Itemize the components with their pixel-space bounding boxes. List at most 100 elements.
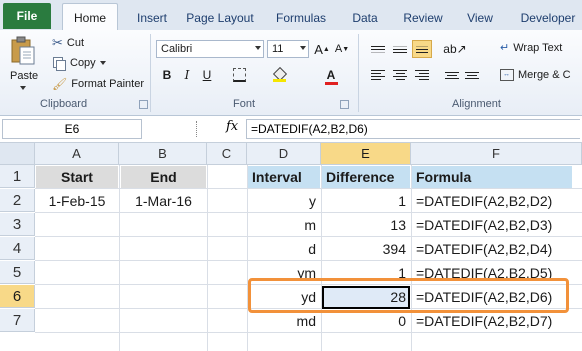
- cell-d7[interactable]: md: [248, 309, 321, 332]
- cell-d2[interactable]: y: [248, 189, 321, 212]
- row-header-7[interactable]: 7: [0, 309, 35, 332]
- font-color-swatch: [324, 82, 338, 85]
- borders-icon: [232, 68, 246, 82]
- align-center-button[interactable]: [390, 66, 410, 84]
- tab-page-layout[interactable]: Page Layout: [182, 6, 258, 30]
- row-header-5[interactable]: 5: [0, 261, 35, 284]
- font-size-dropdown-icon: [300, 46, 306, 50]
- cell-d3[interactable]: m: [248, 213, 321, 236]
- italic-button[interactable]: I: [178, 66, 196, 84]
- ribbon: Paste ✂ Cut Copy 🖌 Format Painter Clipbo…: [0, 30, 582, 116]
- cell-f2[interactable]: =DATEDIF(A2,B2,D2): [412, 189, 582, 212]
- wrap-text-button[interactable]: ↵ Wrap Text: [500, 41, 562, 55]
- underline-button[interactable]: U: [198, 66, 216, 84]
- tab-data[interactable]: Data: [345, 6, 385, 30]
- tab-file[interactable]: File: [3, 3, 51, 29]
- formula-input[interactable]: =DATEDIF(A2,B2,D6): [246, 119, 580, 139]
- merge-center-label: Merge & C: [518, 69, 571, 81]
- paste-dropdown-icon[interactable]: [20, 86, 26, 90]
- tab-review[interactable]: Review: [398, 6, 448, 30]
- tab-home[interactable]: Home: [62, 3, 118, 31]
- ribbon-tab-bar: File Home Insert Page Layout Formulas Da…: [0, 0, 582, 31]
- copy-button[interactable]: Copy: [52, 56, 106, 71]
- cell-e2[interactable]: 1: [322, 189, 411, 212]
- paste-label: Paste: [10, 70, 39, 82]
- row-header-1[interactable]: 1: [0, 165, 35, 188]
- alignment-group-label: Alignment: [452, 98, 501, 110]
- name-box[interactable]: E6: [2, 119, 142, 139]
- cell-f3[interactable]: =DATEDIF(A2,B2,D3): [412, 213, 582, 236]
- font-color-button[interactable]: A: [322, 66, 340, 85]
- cut-label: Cut: [66, 37, 85, 49]
- align-right-button[interactable]: [412, 66, 432, 84]
- cell-b2[interactable]: 1-Mar-16: [120, 189, 207, 212]
- row-header-2[interactable]: 2: [0, 189, 35, 212]
- cell-b1[interactable]: End: [121, 166, 206, 188]
- font-launcher-icon[interactable]: [340, 100, 349, 109]
- column-header-f[interactable]: F: [411, 143, 582, 165]
- orientation-button[interactable]: ab↗: [443, 40, 466, 58]
- column-header-e[interactable]: E: [321, 143, 411, 165]
- font-size-combo[interactable]: 11: [267, 40, 309, 58]
- cell-e1[interactable]: Difference: [322, 166, 410, 188]
- grow-font-button[interactable]: A ▲: [313, 40, 331, 58]
- font-group-label: Font: [233, 98, 256, 110]
- font-name-value: Calibri: [161, 43, 193, 55]
- column-header-d[interactable]: D: [247, 143, 321, 165]
- tab-formulas[interactable]: Formulas: [268, 6, 334, 30]
- formula-bar-grip[interactable]: [196, 121, 199, 137]
- ribbon-separator: [150, 34, 151, 112]
- formula-bar: E6 fx =DATEDIF(A2,B2,D6): [0, 116, 582, 143]
- gridline: [35, 332, 582, 333]
- cell-d4[interactable]: d: [248, 237, 321, 260]
- column-header-a[interactable]: A: [35, 143, 119, 165]
- format-painter-button[interactable]: 🖌 Format Painter: [52, 77, 144, 91]
- align-bottom-button[interactable]: [412, 40, 432, 58]
- column-header-b[interactable]: B: [119, 143, 207, 165]
- ribbon-separator: [358, 34, 359, 112]
- paste-icon: [11, 36, 35, 65]
- font-name-combo[interactable]: Calibri: [156, 40, 264, 58]
- tab-developer[interactable]: Developer: [514, 6, 582, 30]
- clipboard-group-label: Clipboard: [40, 98, 88, 110]
- cell-e7[interactable]: 0: [322, 309, 411, 332]
- cell-e3[interactable]: 13: [322, 213, 411, 236]
- cell-a2[interactable]: 1-Feb-15: [36, 189, 118, 212]
- bold-button[interactable]: B: [158, 66, 176, 84]
- decrease-indent-button[interactable]: [442, 66, 462, 84]
- align-left-button[interactable]: [368, 66, 388, 84]
- merge-center-button[interactable]: ↔ Merge & C: [500, 69, 571, 81]
- increase-indent-button[interactable]: [462, 66, 482, 84]
- clipboard-launcher-icon[interactable]: [139, 100, 148, 109]
- cell-d1[interactable]: Interval: [248, 166, 320, 188]
- select-all-corner[interactable]: [0, 143, 35, 165]
- spreadsheet-grid: A B C D E F 1 2 3 4 5 6 7 Start End Inte…: [0, 143, 582, 351]
- borders-button[interactable]: [230, 66, 248, 84]
- row-header-6[interactable]: 6: [0, 285, 35, 308]
- cell-a1[interactable]: Start: [36, 166, 118, 188]
- cell-f4[interactable]: =DATEDIF(A2,B2,D4): [412, 237, 582, 260]
- gridline: [207, 165, 208, 351]
- paint-bucket-icon: [272, 66, 287, 82]
- highlight-box: [248, 278, 569, 313]
- copy-label: Copy: [70, 57, 96, 69]
- row-header-3[interactable]: 3: [0, 213, 35, 236]
- cell-f7[interactable]: =DATEDIF(A2,B2,D7): [412, 309, 582, 332]
- scissors-icon: ✂: [52, 35, 63, 50]
- insert-function-icon[interactable]: fx: [226, 119, 238, 134]
- fill-color-button[interactable]: [270, 66, 288, 84]
- wrap-text-icon: ↵: [500, 42, 510, 54]
- column-header-c[interactable]: C: [207, 143, 247, 165]
- tab-insert[interactable]: Insert: [130, 6, 174, 30]
- row-header-4[interactable]: 4: [0, 237, 35, 260]
- shrink-font-button[interactable]: A ▼: [333, 40, 351, 58]
- cell-f1[interactable]: Formula: [412, 166, 572, 188]
- copy-dropdown-icon[interactable]: [99, 61, 106, 65]
- cut-button[interactable]: ✂ Cut: [52, 35, 84, 51]
- font-name-dropdown-icon: [255, 46, 261, 50]
- format-painter-label: Format Painter: [71, 78, 144, 90]
- align-middle-button[interactable]: [390, 40, 410, 58]
- cell-e4[interactable]: 394: [322, 237, 411, 260]
- tab-view[interactable]: View: [460, 6, 500, 30]
- align-top-button[interactable]: [368, 40, 388, 58]
